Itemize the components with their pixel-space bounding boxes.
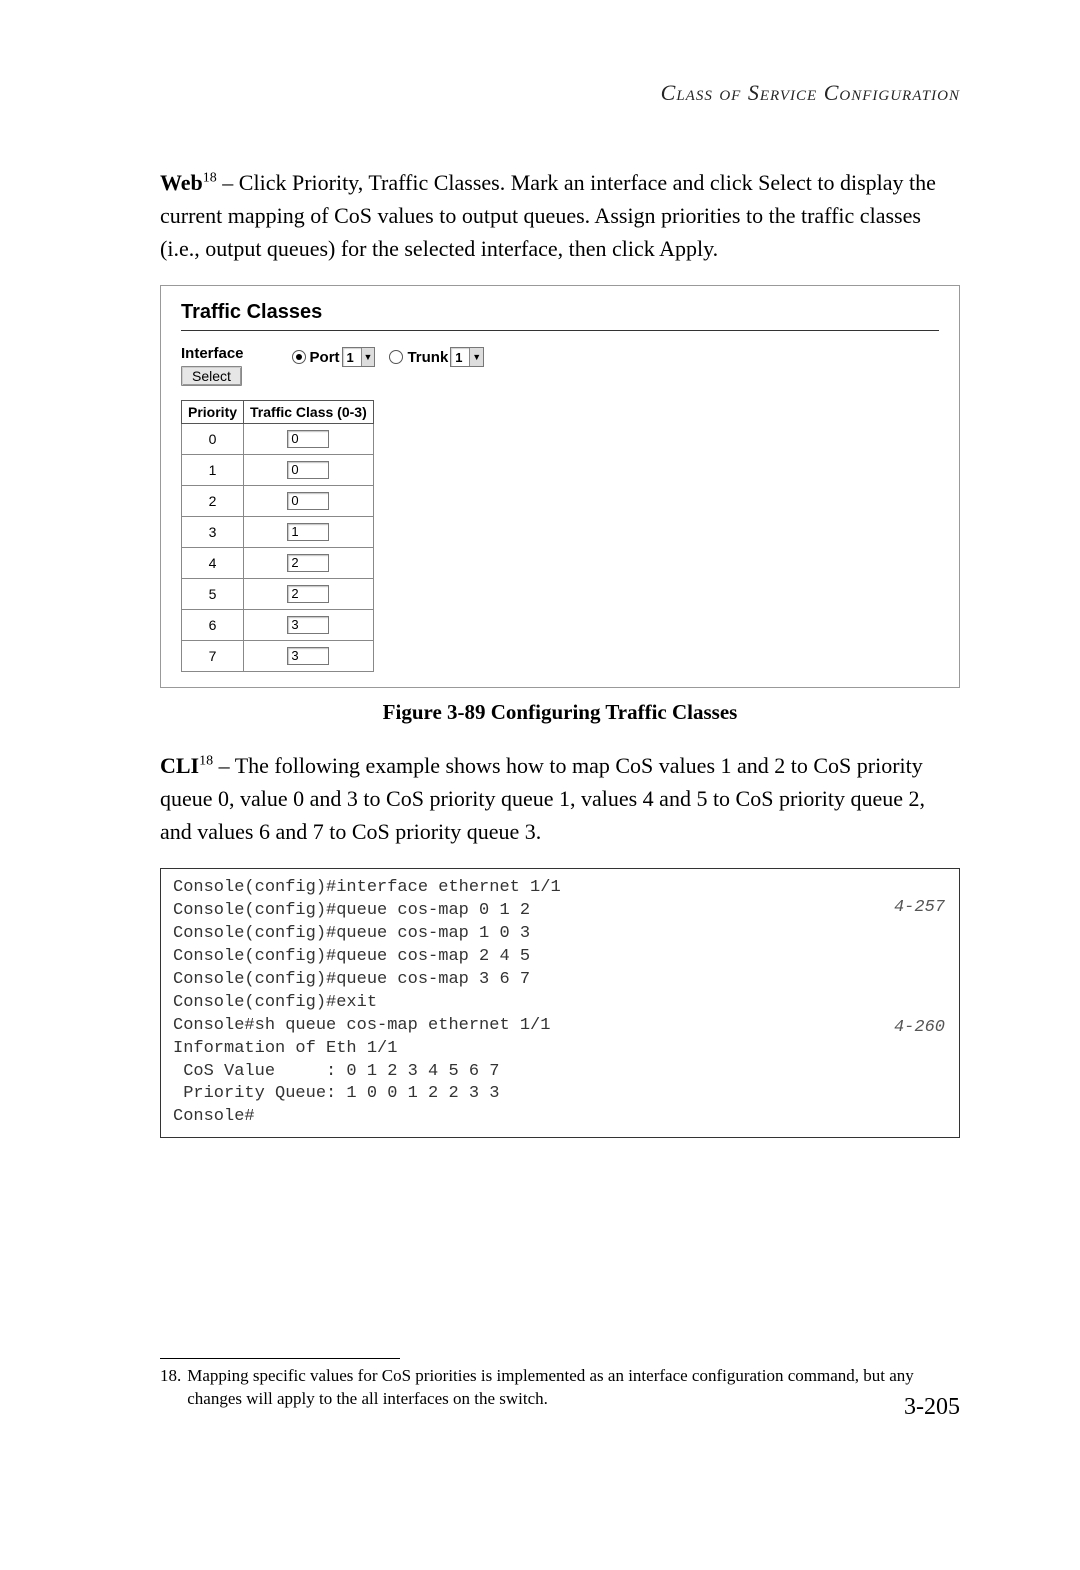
screenshot-title: Traffic Classes xyxy=(181,301,939,328)
footnote-number: 18. xyxy=(160,1365,181,1411)
traffic-class-input[interactable]: 3 xyxy=(287,616,329,634)
table-row: 20 xyxy=(182,486,374,517)
col-priority: Priority xyxy=(182,401,244,424)
divider xyxy=(181,330,939,331)
chevron-down-icon: ▼ xyxy=(361,348,375,366)
footnote-text: Mapping specific values for CoS prioriti… xyxy=(187,1365,960,1411)
traffic-class-input[interactable]: 2 xyxy=(287,554,329,572)
table-row: 52 xyxy=(182,579,374,610)
traffic-class-input[interactable]: 1 xyxy=(287,523,329,541)
traffic-class-input[interactable]: 0 xyxy=(287,461,329,479)
select-button[interactable]: Select xyxy=(181,366,242,386)
figure-caption: Figure 3-89 Configuring Traffic Classes xyxy=(160,700,960,725)
page-header: Class of Service Configuration xyxy=(160,80,960,106)
interface-label: Interface xyxy=(181,345,244,362)
traffic-class-input[interactable]: 0 xyxy=(287,430,329,448)
web-label: Web xyxy=(160,170,203,195)
cli-page-ref: 4-257 xyxy=(894,897,945,920)
port-radio-label: Port xyxy=(310,349,340,366)
table-row: 63 xyxy=(182,610,374,641)
footnote-ref-18-b: 18 xyxy=(199,754,213,769)
col-traffic-class: Traffic Class (0-3) xyxy=(244,401,374,424)
traffic-class-input[interactable]: 0 xyxy=(287,492,329,510)
table-row: 10 xyxy=(182,455,374,486)
trunk-radio-label: Trunk xyxy=(407,349,448,366)
port-radio[interactable] xyxy=(292,350,306,364)
traffic-classes-screenshot: Traffic Classes Interface Select Port 1 … xyxy=(160,285,960,688)
trunk-select[interactable]: 1 ▼ xyxy=(450,347,484,367)
cli-page-ref: 4-260 xyxy=(894,1017,945,1040)
priority-table: Priority Traffic Class (0-3) 00 10 20 31… xyxy=(181,400,374,672)
cli-codeblock: 4-2574-260Console(config)#interface ethe… xyxy=(160,868,960,1138)
table-row: 42 xyxy=(182,548,374,579)
page-number: 3-205 xyxy=(904,1394,960,1421)
table-row: 00 xyxy=(182,424,374,455)
traffic-class-input[interactable]: 3 xyxy=(287,647,329,665)
footnote-18: 18. Mapping specific values for CoS prio… xyxy=(160,1365,960,1411)
footnote-ref-18-a: 18 xyxy=(203,171,217,186)
traffic-class-input[interactable]: 2 xyxy=(287,585,329,603)
footnote-separator xyxy=(160,1358,400,1359)
cli-label: CLI xyxy=(160,753,199,778)
port-select[interactable]: 1 ▼ xyxy=(342,347,376,367)
trunk-radio[interactable] xyxy=(389,350,403,364)
cli-text: – The following example shows how to map… xyxy=(160,753,925,844)
cli-paragraph: CLI18 – The following example shows how … xyxy=(160,749,960,848)
web-paragraph: Web18 – Click Priority, Traffic Classes.… xyxy=(160,166,960,265)
table-row: 31 xyxy=(182,517,374,548)
web-text: – Click Priority, Traffic Classes. Mark … xyxy=(160,170,936,261)
chevron-down-icon: ▼ xyxy=(469,348,483,366)
table-row: 73 xyxy=(182,641,374,672)
